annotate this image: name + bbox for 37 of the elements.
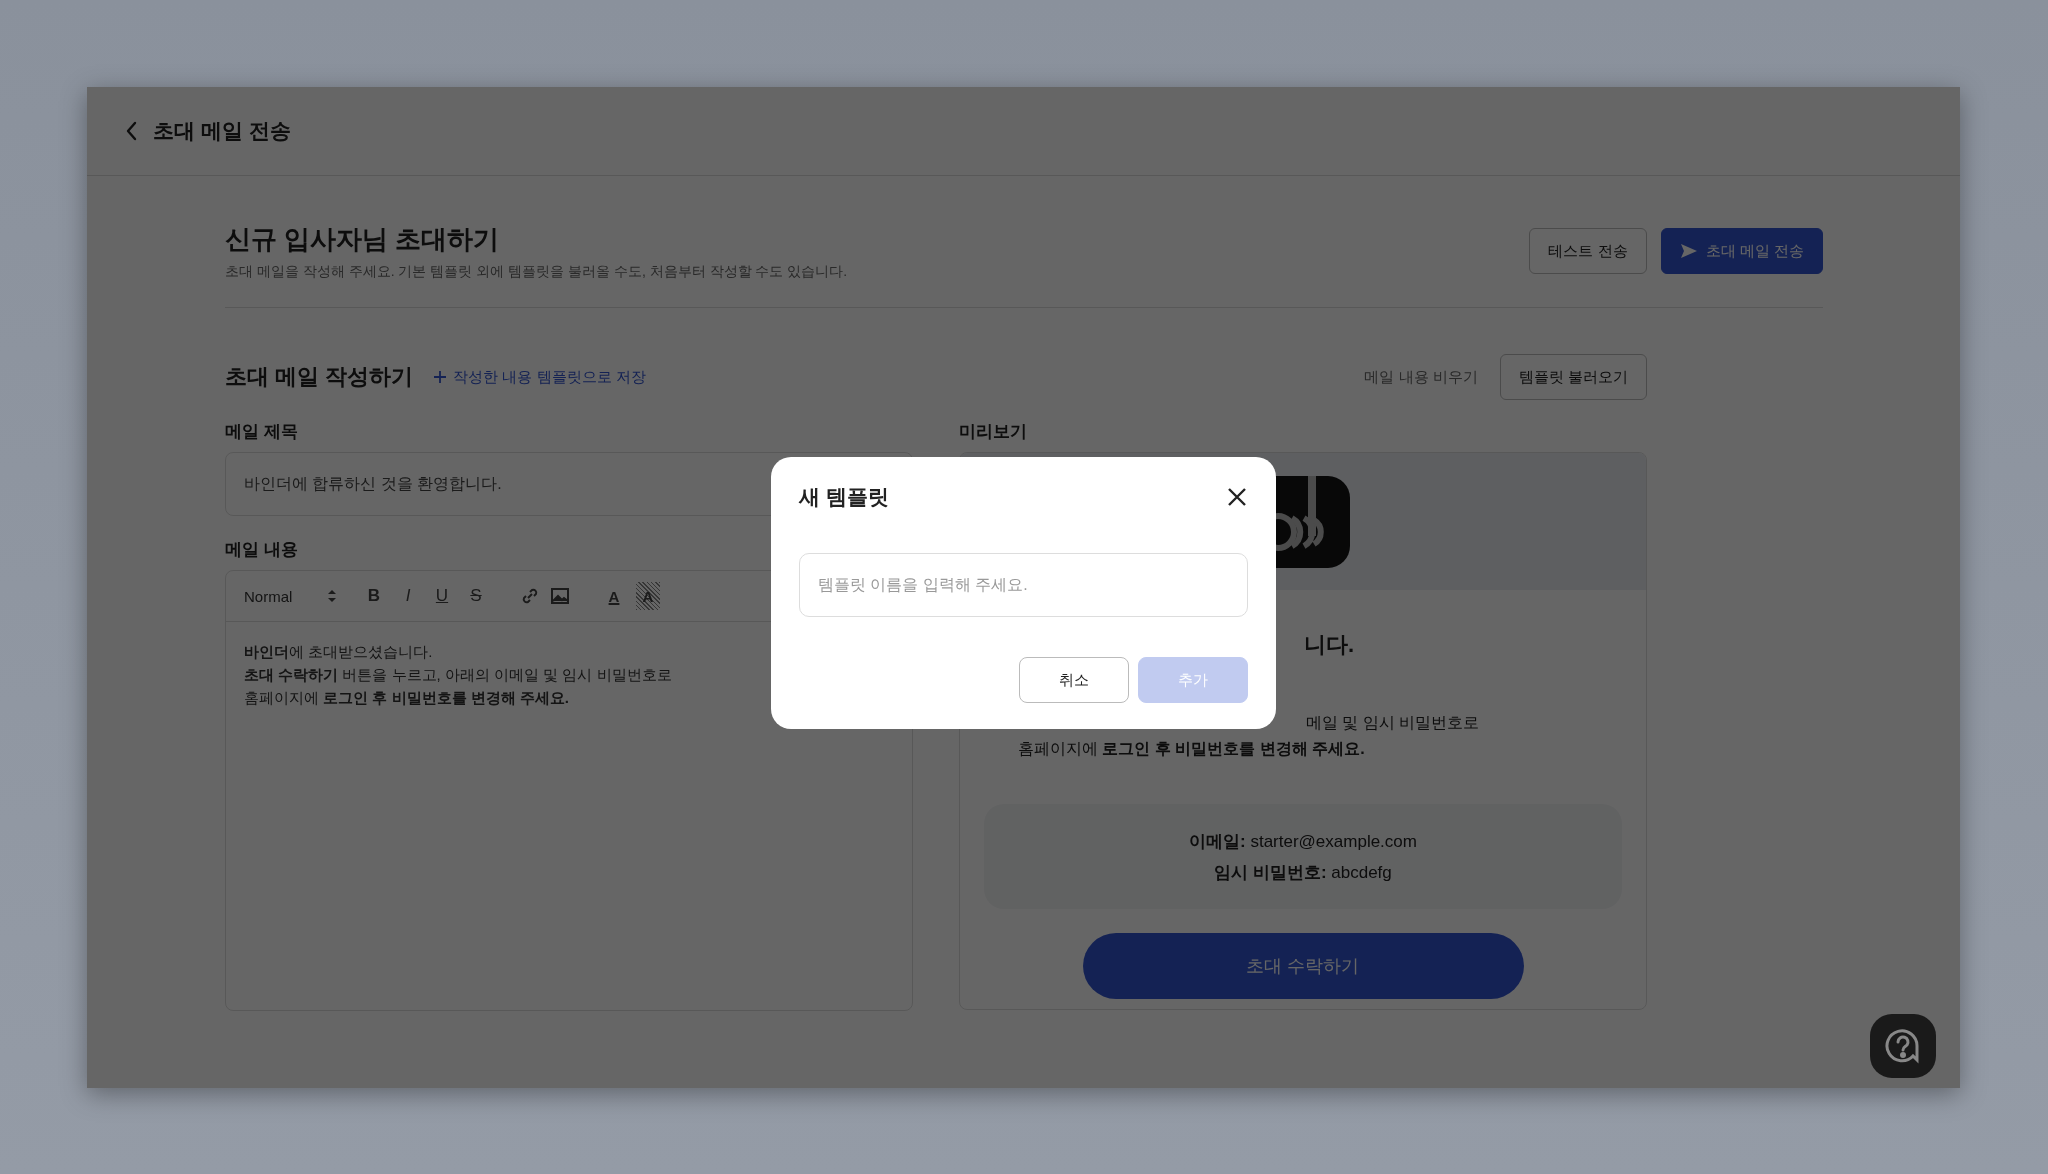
underline-button[interactable]: U xyxy=(430,582,454,610)
clear-content-link[interactable]: 메일 내용 비우기 xyxy=(1364,367,1478,387)
preview-text-line: 메일 및 임시 비밀번호로 xyxy=(1306,713,1480,733)
send-icon xyxy=(1679,243,1698,259)
page-title: 신규 입사자님 초대하기 xyxy=(225,223,501,256)
section-title: 초대 메일 작성하기 xyxy=(225,363,414,391)
send-invite-button[interactable]: 초대 메일 전송 xyxy=(1660,228,1823,274)
credential-text: 이메일: starter@example.com xyxy=(1189,830,1417,853)
close-icon[interactable] xyxy=(1226,486,1248,508)
format-select[interactable]: Normal xyxy=(244,587,352,605)
color-button[interactable]: A xyxy=(602,582,626,610)
italic-button[interactable]: I xyxy=(396,582,420,610)
preview-label: 미리보기 xyxy=(959,421,1028,443)
accept-invite-button[interactable]: 초대 수락하기 xyxy=(1082,933,1524,999)
editor-text-line: 초대 수락하기 버튼을 누르고, 아래의 이메일 및 임시 비밀번호로 xyxy=(244,665,673,685)
test-send-button[interactable]: 테스트 전송 xyxy=(1529,228,1647,274)
page-header-title: 초대 메일 전송 xyxy=(153,118,291,144)
strike-button[interactable]: S xyxy=(464,582,488,610)
template-name-input[interactable]: 템플릿 이름을 입력해 주세요. xyxy=(799,553,1248,617)
sort-arrows-icon xyxy=(328,589,337,603)
plus-icon xyxy=(433,370,448,384)
bold-button[interactable]: B xyxy=(362,582,386,610)
load-template-button[interactable]: 템플릿 불러오기 xyxy=(1499,354,1647,400)
help-button[interactable] xyxy=(1870,1014,1936,1078)
editor-text-line: 바인더에 초대받으셨습니다. xyxy=(244,642,434,662)
image-icon[interactable] xyxy=(550,587,570,605)
cancel-button[interactable]: 취소 xyxy=(1019,657,1129,703)
credential-text: 임시 비밀번호: abcdefg xyxy=(1214,861,1392,884)
page-subtitle: 초대 메일을 작성해 주세요. 기본 템플릿 외에 템플릿을 불러올 수도, 처음부터 작성할 수도 있습니다. xyxy=(225,263,848,281)
editor-text-line: 홈페이지에 로그인 후 비밀번호를 변경해 주세요. xyxy=(244,688,570,708)
link-icon[interactable] xyxy=(520,586,540,606)
field-label: 메일 내용 xyxy=(225,539,299,561)
preview-text-line: 홈페이지에 로그인 후 비밀번호를 변경해 주세요. xyxy=(1017,739,1366,759)
field-label: 메일 제목 xyxy=(225,421,299,443)
save-template-link[interactable]: 작성한 내용 템플릿으로 저장 xyxy=(433,367,646,387)
preview-heading: 니다. xyxy=(1303,631,1356,659)
dialog-title: 새 템플릿 xyxy=(799,484,889,510)
